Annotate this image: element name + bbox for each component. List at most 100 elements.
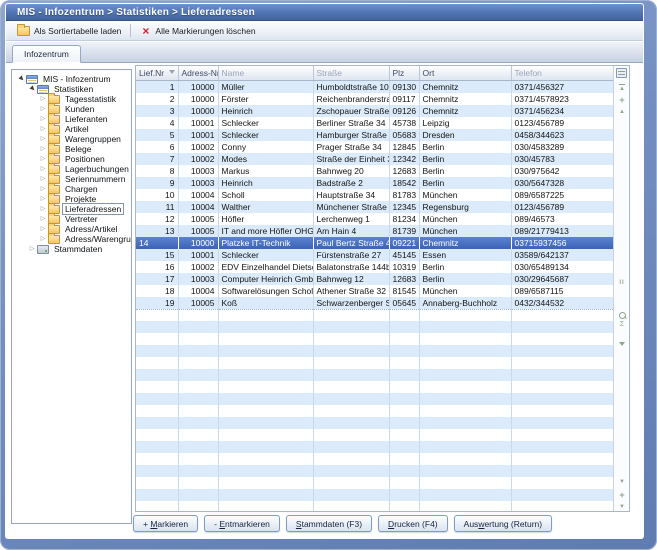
empty-row — [136, 453, 613, 465]
cell-liefnr: 14 — [136, 237, 178, 249]
cell-strasse: Zschopauer Straße 280 — [313, 105, 389, 117]
tree-expander-icon[interactable] — [16, 74, 26, 84]
column-plz[interactable]: Plz — [389, 66, 419, 80]
page-up-icon[interactable] — [617, 95, 627, 105]
tree-item-label: Stammdaten — [52, 244, 104, 254]
EDV Einzelhandel Dietsch Gmb[interactable]: 16 10002 EDV Einzelhandel Dietsch Gmb Ba… — [136, 261, 613, 273]
Softwarelösungen Scholl Gmb[interactable]: 18 10004 Softwarelösungen Scholl Gmb Ath… — [136, 285, 613, 297]
auswertung-button[interactable]: Auswertung (Return) — [454, 515, 552, 532]
tree-expander-icon[interactable] — [38, 144, 48, 154]
tree-item-belege[interactable]: Belege — [12, 144, 131, 154]
tree-expander-icon[interactable] — [38, 134, 48, 144]
tree-item-kunden[interactable]: Kunden — [12, 104, 131, 114]
tree-expander-icon[interactable] — [38, 124, 48, 134]
tree-expander-icon[interactable] — [38, 94, 48, 104]
tree-item-stammdaten[interactable]: Stammdaten — [12, 244, 131, 254]
tree-expander-icon[interactable] — [38, 164, 48, 174]
cell-telefon: 0123/456789 — [511, 117, 613, 129]
column-chooser-icon[interactable] — [616, 68, 627, 78]
stammdaten-button[interactable]: Stammdaten (F3) — [286, 515, 372, 532]
Platzke IT-Technik[interactable]: 14 10000 Platzke IT-Technik Paul Bertz S… — [136, 237, 613, 249]
Schlecker[interactable]: 4 10001 Schlecker Berliner Straße 34 457… — [136, 117, 613, 129]
cell-telefon: 030/5647328 — [511, 177, 613, 189]
tab-infozentrum[interactable]: Infozentrum — [12, 45, 81, 63]
tree-item-vertreter[interactable]: Vertreter — [12, 214, 131, 224]
tree-expander-icon[interactable] — [38, 174, 48, 184]
tree-item-adress-warengruppen[interactable]: Adress/Warengruppen — [12, 234, 131, 244]
tree-item-label: Lieferanten — [63, 114, 110, 124]
cell-adressnr: 10004 — [178, 285, 218, 297]
column-ort[interactable]: Ort — [419, 66, 511, 80]
Computer Heinrich GmbH[interactable]: 17 10003 Computer Heinrich GmbH Bahnweg … — [136, 273, 613, 285]
cell-name: Heinrich — [218, 105, 313, 117]
tree-expander-icon[interactable] — [38, 104, 48, 114]
load-sort-table-button[interactable]: Als Sortiertabelle laden — [12, 25, 126, 37]
Müller[interactable]: 1 10000 Müller Humboldtstraße 10 09130 C… — [136, 80, 613, 93]
column-liefnr[interactable]: Lief.Nr — [136, 66, 178, 80]
cell-telefon: 0371/4578923 — [511, 93, 613, 105]
tree-expander-icon[interactable] — [38, 184, 48, 194]
tab-strip: Infozentrum — [6, 42, 643, 63]
tree-expander-icon[interactable] — [38, 224, 48, 234]
tree-expander-icon[interactable] — [27, 244, 37, 254]
tree-item-label: Positionen — [63, 154, 107, 164]
filter-icon[interactable] — [617, 339, 627, 349]
Heinrich[interactable]: 9 10003 Heinrich Badstraße 2 18542 Berli… — [136, 177, 613, 189]
scroll-to-top-icon[interactable] — [617, 83, 627, 93]
cell-ort: Dresden — [419, 129, 511, 141]
markieren-button[interactable]: + Markieren — [133, 515, 198, 532]
Scholl[interactable]: 10 10004 Scholl Hauptstraße 34 81783 Mün… — [136, 189, 613, 201]
tree-item-statistiken[interactable]: Statistiken — [12, 84, 131, 94]
tree-item-positionen[interactable]: Positionen — [12, 154, 131, 164]
tree-expander-icon[interactable] — [38, 214, 48, 224]
Markus[interactable]: 8 10003 Markus Bahnweg 20 12683 Berlin 0… — [136, 165, 613, 177]
tree-item-lieferanten[interactable]: Lieferanten — [12, 114, 131, 124]
tree-expander-icon[interactable] — [38, 114, 48, 124]
scroll-up-icon[interactable] — [617, 107, 627, 117]
tree-expander-icon[interactable] — [27, 84, 37, 94]
Koß[interactable]: 19 10005 Koß Schwarzenberger Straße 0564… — [136, 297, 613, 310]
tree-item-chargen[interactable]: Chargen — [12, 184, 131, 194]
tree-item-adress-artikel[interactable]: Adress/Artikel — [12, 224, 131, 234]
Förster[interactable]: 2 10000 Förster Reichenbranderstraße 3 0… — [136, 93, 613, 105]
drucken-button[interactable]: Drucken (F4) — [378, 515, 448, 532]
cell-name: Koß — [218, 297, 313, 310]
tree-item-seriennummern[interactable]: Seriennummern — [12, 174, 131, 184]
cell-strasse: Badstraße 2 — [313, 177, 389, 189]
column-telefon[interactable]: Telefon — [511, 66, 613, 80]
IT and more Höfler OHG[interactable]: 13 10005 IT and more Höfler OHG Am Hain … — [136, 225, 613, 237]
tree-expander-icon[interactable] — [38, 234, 48, 244]
tree-item-projekte[interactable]: Projekte — [12, 194, 131, 204]
column-name[interactable]: Name — [218, 66, 313, 80]
entmarkieren-button[interactable]: - Entmarkieren — [204, 515, 280, 532]
tree-expander-icon[interactable] — [38, 204, 48, 214]
summary-icon[interactable] — [617, 319, 627, 329]
tree-item-mis-infozentrum[interactable]: MIS - Infozentrum — [12, 74, 131, 84]
cell-strasse: Bahnweg 20 — [313, 165, 389, 177]
tree-expander-icon[interactable] — [38, 154, 48, 164]
scroll-to-bottom-icon[interactable] — [617, 503, 627, 512]
Schlecker[interactable]: 5 10001 Schlecker Hamburger Straße 05683… — [136, 129, 613, 141]
tree-item-warengruppen[interactable]: Warengruppen — [12, 134, 131, 144]
cell-ort: Chemnitz — [419, 105, 511, 117]
Höfler[interactable]: 12 10005 Höfler Lerchenweg 1 81234 Münch… — [136, 213, 613, 225]
column-strasse[interactable]: Straße — [313, 66, 389, 80]
column-adressnr[interactable]: Adress-Nr. — [178, 66, 218, 80]
Conny[interactable]: 6 10002 Conny Prager Straße 34 12845 Ber… — [136, 141, 613, 153]
clear-all-marks-button[interactable]: × Alle Markierungen löschen — [135, 25, 260, 37]
toolbar-item-label: Alle Markierungen löschen — [155, 26, 255, 36]
tree-item-lagerbuchungen[interactable]: Lagerbuchungen — [12, 164, 131, 174]
Heinrich[interactable]: 3 10000 Heinrich Zschopauer Straße 280 0… — [136, 105, 613, 117]
Modes[interactable]: 7 10002 Modes Straße der Einheit 34 1234… — [136, 153, 613, 165]
pin-columns-icon[interactable] — [617, 278, 627, 288]
tree-item-tagesstatistik[interactable]: Tagesstatistik — [12, 94, 131, 104]
cell-liefnr: 11 — [136, 201, 178, 213]
tree-expander-icon[interactable] — [38, 194, 48, 204]
tree-item-artikel[interactable]: Artikel — [12, 124, 131, 134]
Walther[interactable]: 11 10004 Walther Münchener Straße 23 123… — [136, 201, 613, 213]
page-down-icon[interactable] — [617, 490, 627, 500]
Schlecker[interactable]: 15 10001 Schlecker Fürstenstraße 27 4514… — [136, 249, 613, 261]
scroll-down-icon[interactable] — [617, 477, 627, 487]
tree-item-lieferadressen[interactable]: Lieferadressen — [12, 204, 131, 214]
cell-adressnr: 10005 — [178, 225, 218, 237]
